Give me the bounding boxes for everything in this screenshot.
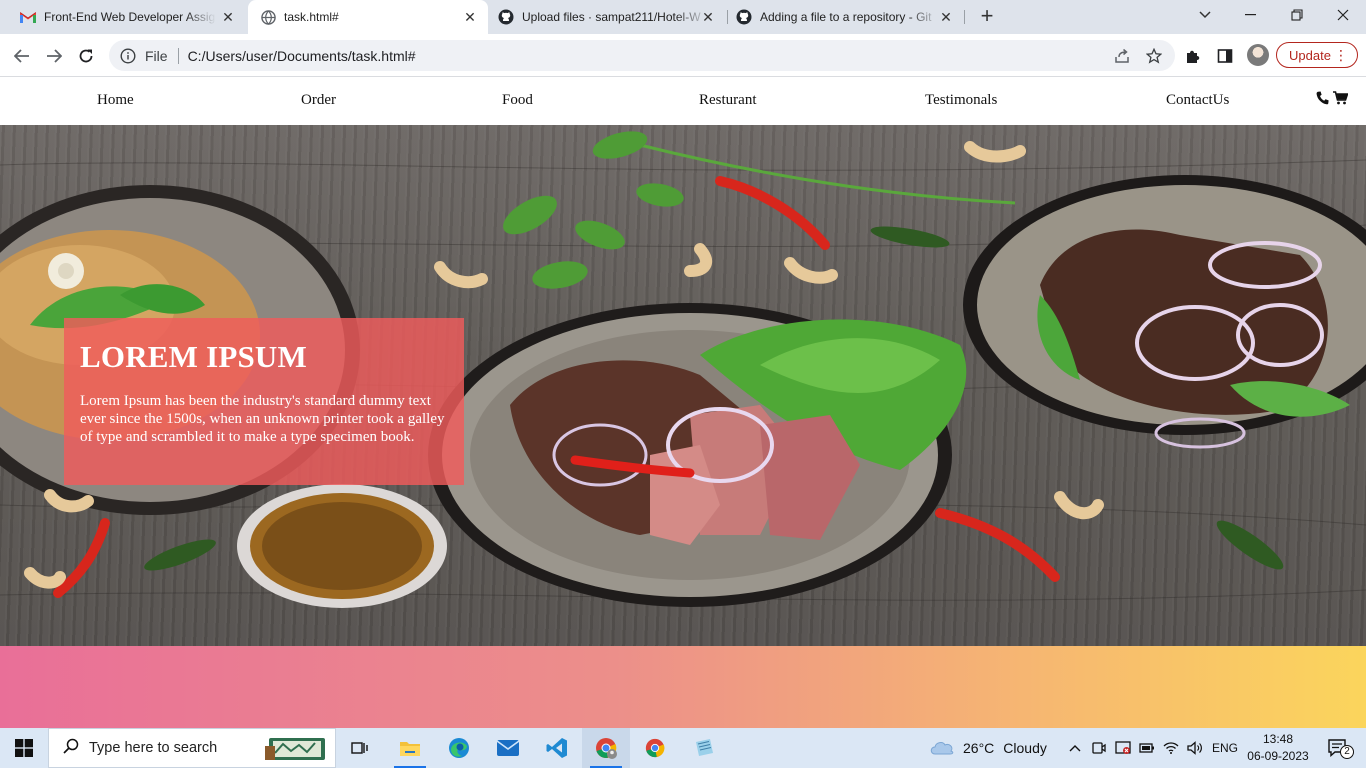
task-view-icon[interactable]	[337, 728, 383, 768]
show-hidden-icons-chevron-icon[interactable]	[1064, 728, 1086, 768]
reload-icon[interactable]	[72, 42, 100, 70]
browser-tab-github-adding[interactable]: Adding a file to a repository - Git ✕	[728, 0, 964, 34]
omnibox-divider	[177, 47, 179, 64]
wifi-icon[interactable]	[1160, 728, 1182, 768]
back-arrow-icon[interactable]	[8, 42, 36, 70]
language-label: ENG	[1212, 741, 1239, 755]
nav-link-restaurant[interactable]: Resturant	[699, 92, 757, 109]
share-icon[interactable]	[1108, 40, 1136, 71]
tab-title: task.html#	[284, 10, 339, 24]
input-language[interactable]: ENG	[1212, 728, 1238, 768]
restore-icon[interactable]	[1274, 0, 1320, 30]
github-icon	[736, 9, 752, 25]
close-tab-icon[interactable]: ✕	[938, 9, 954, 25]
address-bar[interactable]: File C:/Users/user/Documents/task.html#	[109, 40, 1175, 71]
extensions-puzzle-icon[interactable]	[1179, 42, 1207, 70]
hero-title: LOREM IPSUM	[80, 339, 307, 374]
weather-condition: Cloudy	[1003, 740, 1047, 756]
new-tab-button[interactable]: +	[975, 5, 999, 29]
forward-arrow-icon[interactable]	[40, 42, 68, 70]
notification-center-icon[interactable]: 2	[1318, 728, 1358, 768]
chrome-icon[interactable]	[631, 728, 679, 768]
bookmark-star-icon[interactable]	[1140, 40, 1168, 71]
battery-icon[interactable]	[1136, 728, 1158, 768]
windows-taskbar: Type here to search 26°C Cloudy ENG 13:4…	[0, 728, 1366, 768]
windows-start-icon[interactable]	[0, 728, 48, 768]
taskbar-search-input[interactable]: Type here to search	[48, 728, 336, 768]
security-alert-icon[interactable]	[1112, 728, 1134, 768]
system-clock[interactable]: 13:48 06-09-2023	[1246, 731, 1310, 765]
site-info-icon[interactable]	[119, 47, 137, 65]
tab-title: Front-End Web Developer Assign	[44, 10, 216, 24]
weather-temp: 26°C	[963, 740, 995, 756]
close-window-icon[interactable]	[1320, 0, 1366, 30]
chrome-profile-icon[interactable]	[582, 728, 630, 768]
nav-link-contact[interactable]: ContactUs	[1166, 92, 1229, 109]
clock-date: 06-09-2023	[1247, 749, 1309, 763]
browser-toolbar: File C:/Users/user/Documents/task.html# …	[0, 34, 1366, 77]
search-placeholder: Type here to search	[89, 740, 218, 756]
side-panel-icon[interactable]	[1211, 42, 1239, 70]
notification-count-badge: 2	[1340, 745, 1354, 759]
close-tab-icon[interactable]: ✕	[462, 9, 478, 25]
phone-icon[interactable]	[1316, 91, 1329, 110]
clock-time: 13:48	[1262, 732, 1294, 746]
browser-tab-github-upload[interactable]: Upload files · sampat211/Hotel-W ✕	[490, 0, 726, 34]
url-text[interactable]: C:/Users/user/Documents/task.html#	[188, 48, 416, 64]
profile-avatar[interactable]	[1247, 44, 1269, 66]
github-icon	[498, 9, 514, 25]
cloud-icon	[929, 739, 955, 758]
close-tab-icon[interactable]: ✕	[220, 9, 236, 25]
tab-title: Adding a file to a repository - Git	[760, 10, 932, 24]
browser-tab-task[interactable]: task.html# ✕	[248, 0, 488, 34]
close-tab-icon[interactable]: ✕	[700, 9, 716, 25]
tab-separator	[964, 10, 965, 24]
mail-icon[interactable]	[484, 728, 532, 768]
search-icon	[63, 738, 79, 758]
update-button[interactable]: Update ⋮	[1276, 42, 1358, 68]
nav-link-order[interactable]: Order	[301, 92, 336, 109]
minimize-icon[interactable]	[1228, 0, 1274, 30]
tab-search-chevron-icon[interactable]	[1182, 0, 1228, 30]
nav-link-food[interactable]: Food	[502, 92, 533, 109]
edge-browser-icon[interactable]	[435, 728, 483, 768]
hero-description: Lorem Ipsum has been the industry's stan…	[80, 393, 445, 445]
gradient-section	[0, 646, 1366, 728]
browser-tab-strip: Front-End Web Developer Assign ✕ task.ht…	[0, 0, 1366, 34]
url-scheme-label: File	[145, 47, 168, 64]
meet-now-icon[interactable]	[1089, 728, 1109, 768]
notepad-app-icon[interactable]	[680, 728, 728, 768]
weather-widget[interactable]: 26°C Cloudy	[929, 728, 1047, 768]
search-highlight-icon[interactable]	[265, 736, 327, 766]
web-page: Home Order Food Resturant Testimonals Co…	[0, 77, 1366, 728]
hero-food-image: LOREM IPSUM Lorem Ipsum has been the ind…	[0, 125, 1366, 646]
vscode-icon[interactable]	[533, 728, 581, 768]
nav-link-testimonials[interactable]: Testimonals	[925, 92, 997, 109]
update-label: Update	[1289, 47, 1331, 63]
globe-icon	[260, 9, 276, 25]
volume-icon[interactable]	[1184, 728, 1206, 768]
gmail-icon	[20, 9, 36, 25]
cart-icon[interactable]	[1333, 91, 1349, 110]
tab-title: Upload files · sampat211/Hotel-W	[522, 10, 701, 24]
more-menu-icon[interactable]: ⋮	[1334, 46, 1348, 64]
nav-link-home[interactable]: Home	[97, 92, 134, 109]
hero-text-card: LOREM IPSUM Lorem Ipsum has been the ind…	[64, 318, 464, 485]
nav-icon-group	[1316, 91, 1349, 110]
site-navbar: Home Order Food Resturant Testimonals Co…	[0, 77, 1366, 125]
browser-tab-gmail[interactable]: Front-End Web Developer Assign ✕	[10, 0, 246, 34]
file-explorer-icon[interactable]	[386, 728, 434, 768]
